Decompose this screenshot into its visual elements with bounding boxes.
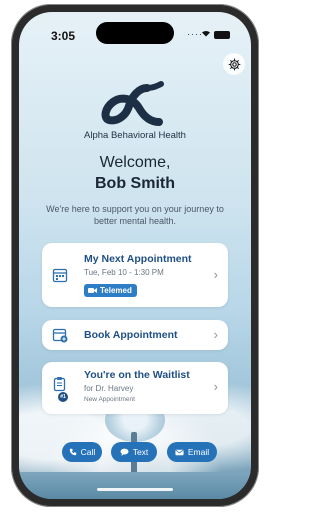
call-button-label: Call	[80, 447, 96, 457]
welcome-message: We're here to support you on your journe…	[46, 204, 224, 226]
chevron-right-icon: ›	[213, 379, 218, 394]
book-appointment-card[interactable]: Book Appointment ›	[42, 320, 228, 350]
brand-name: Alpha Behavioral Health	[84, 130, 186, 141]
home-indicator[interactable]	[97, 488, 173, 491]
video-icon	[88, 288, 97, 293]
app-screen: 3:05 ···· Alpha Behavioral Health Welcom…	[19, 12, 251, 499]
phone-frame: 3:05 ···· Alpha Behavioral Health Welcom…	[11, 4, 259, 507]
telemed-badge-label: Telemed	[100, 286, 132, 295]
clipboard-icon	[53, 377, 66, 392]
calendar-add-icon	[52, 328, 68, 343]
phone-icon	[69, 448, 76, 456]
appointment-datetime: Tue, Feb 10 - 1:30 PM	[84, 268, 164, 277]
envelope-icon	[175, 449, 184, 455]
wifi-icon	[201, 28, 211, 40]
email-button-label: Email	[187, 447, 210, 457]
battery-icon	[214, 31, 230, 39]
waitlist-provider: for Dr. Harvey	[84, 384, 134, 393]
waitlist-appointment-type: New Appointment	[84, 396, 135, 403]
user-name: Bob Smith	[95, 175, 175, 192]
alpha-logo-icon	[101, 81, 164, 126]
waitlist-title: You're on the Waitlist	[84, 369, 190, 381]
book-appointment-title: Book Appointment	[84, 329, 178, 341]
waitlist-card[interactable]: #1 You're on the Waitlist for Dr. Harvey…	[42, 362, 228, 414]
calendar-icon	[52, 268, 68, 283]
chevron-right-icon: ›	[213, 267, 218, 282]
waitlist-position-badge: #1	[58, 392, 68, 402]
call-button[interactable]: Call	[62, 442, 102, 462]
chat-bubble-icon	[120, 448, 129, 456]
next-appointment-title: My Next Appointment	[84, 253, 192, 265]
gear-icon	[228, 58, 240, 70]
dynamic-island	[96, 22, 174, 44]
email-button[interactable]: Email	[167, 442, 217, 462]
settings-gear-button[interactable]	[223, 53, 245, 75]
chevron-right-icon: ›	[213, 327, 218, 342]
next-appointment-card[interactable]: My Next Appointment Tue, Feb 10 - 1:30 P…	[42, 243, 228, 307]
text-button-label: Text	[132, 447, 149, 457]
welcome-greeting: Welcome,	[99, 154, 171, 171]
telemed-badge: Telemed	[84, 284, 137, 297]
text-button[interactable]: Text	[111, 442, 157, 462]
background-water	[19, 472, 251, 499]
status-time: 3:05	[51, 29, 76, 43]
